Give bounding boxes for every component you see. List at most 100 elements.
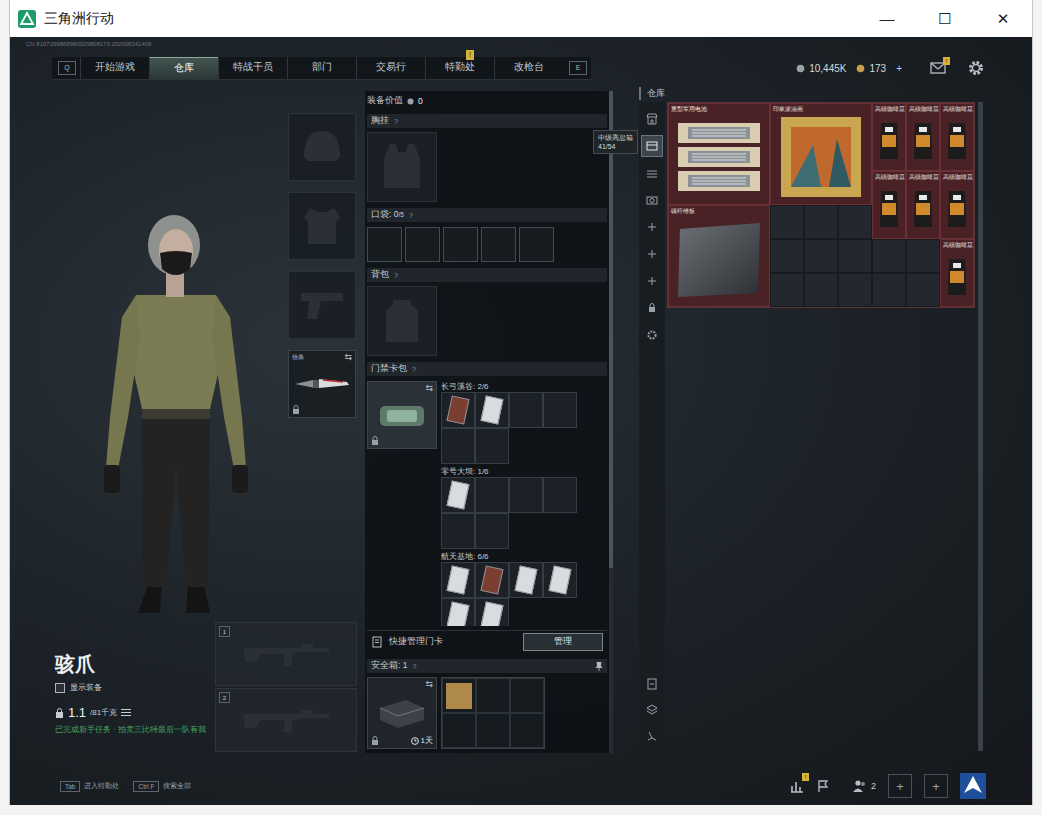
- settings-gear-icon[interactable]: [968, 60, 984, 76]
- armor-slot[interactable]: [288, 192, 356, 260]
- swap-button[interactable]: ⇆: [344, 352, 352, 362]
- pocket-slot[interactable]: [519, 227, 554, 262]
- pocket-slot[interactable]: [481, 227, 516, 262]
- pocket-slot[interactable]: [405, 227, 440, 262]
- key-hint[interactable]: Ctrl F搜索全部: [133, 781, 191, 792]
- next-tab-key[interactable]: E: [569, 61, 587, 75]
- stash-layers-button[interactable]: [641, 699, 663, 721]
- weapon-slot[interactable]: 1: [215, 622, 357, 686]
- stash-item[interactable]: 高级咖啡豆: [906, 171, 940, 239]
- keycard-slot[interactable]: [475, 477, 509, 513]
- helmet-slot[interactable]: [288, 113, 356, 181]
- swap-button[interactable]: ⇆: [425, 679, 433, 689]
- keycard-slot[interactable]: [509, 562, 543, 598]
- keycard-slot[interactable]: [509, 477, 543, 513]
- safe-box-slot[interactable]: ⇆ 1天: [367, 677, 437, 749]
- keycard-slot[interactable]: [441, 477, 475, 513]
- stash-box-tab[interactable]: [641, 135, 663, 157]
- keycard-slot[interactable]: [441, 513, 475, 549]
- nav-tab[interactable]: 交易行: [356, 57, 425, 79]
- safe-item[interactable]: [446, 683, 472, 709]
- keycard[interactable]: [446, 601, 469, 626]
- keycard-slot[interactable]: [543, 562, 577, 598]
- pocket-slot[interactable]: [443, 227, 478, 262]
- safe-slot[interactable]: [442, 713, 476, 748]
- stash-item[interactable]: 碳纤维板: [668, 205, 770, 307]
- keycard[interactable]: [446, 395, 469, 424]
- pistol-slot[interactable]: [288, 271, 356, 339]
- mail-button[interactable]: !: [930, 62, 946, 74]
- keycard-slot[interactable]: [475, 598, 509, 626]
- keycard-slot[interactable]: [475, 392, 509, 428]
- invite-slot[interactable]: +: [924, 774, 948, 798]
- keycard-slot[interactable]: [441, 392, 475, 428]
- minimize-button[interactable]: —: [858, 0, 916, 37]
- keycard-slot[interactable]: [509, 392, 543, 428]
- weapon-slot[interactable]: 2: [215, 688, 357, 752]
- stash-item[interactable]: 高级咖啡豆: [940, 239, 974, 307]
- maximize-button[interactable]: ☐: [916, 0, 974, 37]
- nav-tab[interactable]: 特勤处 !: [425, 57, 494, 79]
- pin-icon[interactable]: [595, 662, 603, 671]
- stash-item[interactable]: 重型军用电池: [668, 103, 770, 205]
- keycard[interactable]: [480, 395, 503, 424]
- safe-slot[interactable]: [510, 713, 544, 748]
- squad-button[interactable]: 2: [852, 779, 876, 793]
- stash-settings-tab[interactable]: [641, 324, 663, 346]
- keycard[interactable]: [446, 480, 469, 509]
- show-gear-checkbox[interactable]: [55, 683, 65, 693]
- stash-camera-tab[interactable]: [641, 189, 663, 211]
- keycard[interactable]: [480, 565, 503, 594]
- stash-scrollbar[interactable]: [978, 102, 983, 751]
- stash-item[interactable]: 印象派油画: [770, 103, 872, 205]
- nav-tab[interactable]: 特战干员: [218, 57, 287, 79]
- keycard-slot[interactable]: [475, 562, 509, 598]
- stash-sort-button[interactable]: [641, 673, 663, 695]
- stash-add-tab[interactable]: [641, 270, 663, 292]
- safe-slot[interactable]: [476, 678, 510, 713]
- backpack-slot[interactable]: [367, 286, 437, 356]
- stats-button[interactable]: !: [790, 779, 804, 793]
- safe-slot[interactable]: [476, 713, 510, 748]
- add-currency-button[interactable]: +: [896, 63, 902, 74]
- keycard-slot[interactable]: [441, 562, 475, 598]
- flag-button[interactable]: [816, 779, 830, 793]
- keycard-slot[interactable]: [543, 392, 577, 428]
- stash-shop-tab[interactable]: [641, 108, 663, 130]
- keycard[interactable]: [548, 565, 571, 594]
- stash-item[interactable]: 高级咖啡豆: [872, 171, 906, 239]
- swap-button[interactable]: ⇆: [425, 383, 433, 393]
- loadout-scrollbar[interactable]: [609, 91, 613, 753]
- pocket-slot[interactable]: [367, 227, 402, 262]
- keycard-case-slot[interactable]: ⇆: [367, 381, 437, 449]
- manage-button[interactable]: 管理: [523, 633, 603, 651]
- close-button[interactable]: ✕: [974, 0, 1032, 37]
- keycard-slot[interactable]: [441, 598, 475, 626]
- stash-item[interactable]: 高级咖啡豆: [906, 103, 940, 171]
- safe-slot[interactable]: [442, 678, 476, 713]
- show-gear-toggle[interactable]: 显示装备: [55, 682, 215, 693]
- chest-rig-slot[interactable]: [367, 132, 437, 202]
- stash-sweep-button[interactable]: [641, 725, 663, 747]
- keycard-slot[interactable]: [441, 428, 475, 464]
- stash-item[interactable]: 高级咖啡豆: [940, 103, 974, 171]
- nav-tab[interactable]: 部门: [287, 57, 356, 79]
- keycard[interactable]: [446, 565, 469, 594]
- stash-lock-tab[interactable]: [641, 297, 663, 319]
- melee-slot[interactable]: 信条 ⇆: [288, 350, 356, 418]
- list-icon[interactable]: [121, 708, 131, 717]
- nav-tab[interactable]: 开始游戏: [80, 57, 149, 79]
- keycard[interactable]: [480, 601, 503, 626]
- keycard-slot[interactable]: [475, 513, 509, 549]
- nav-tab[interactable]: 仓库: [149, 57, 218, 79]
- stash-stack-tab[interactable]: [641, 162, 663, 184]
- key-hint[interactable]: Tab进入特勤处: [60, 781, 119, 792]
- invite-slot[interactable]: +: [888, 774, 912, 798]
- keycard[interactable]: [514, 565, 537, 594]
- stash-item[interactable]: 高级咖啡豆: [872, 103, 906, 171]
- stash-add-tab[interactable]: [641, 216, 663, 238]
- prev-tab-key[interactable]: Q: [58, 61, 76, 75]
- keycard-slot[interactable]: [543, 477, 577, 513]
- nav-tab[interactable]: 改枪台: [494, 57, 563, 79]
- stash-item[interactable]: 高级咖啡豆: [940, 171, 974, 239]
